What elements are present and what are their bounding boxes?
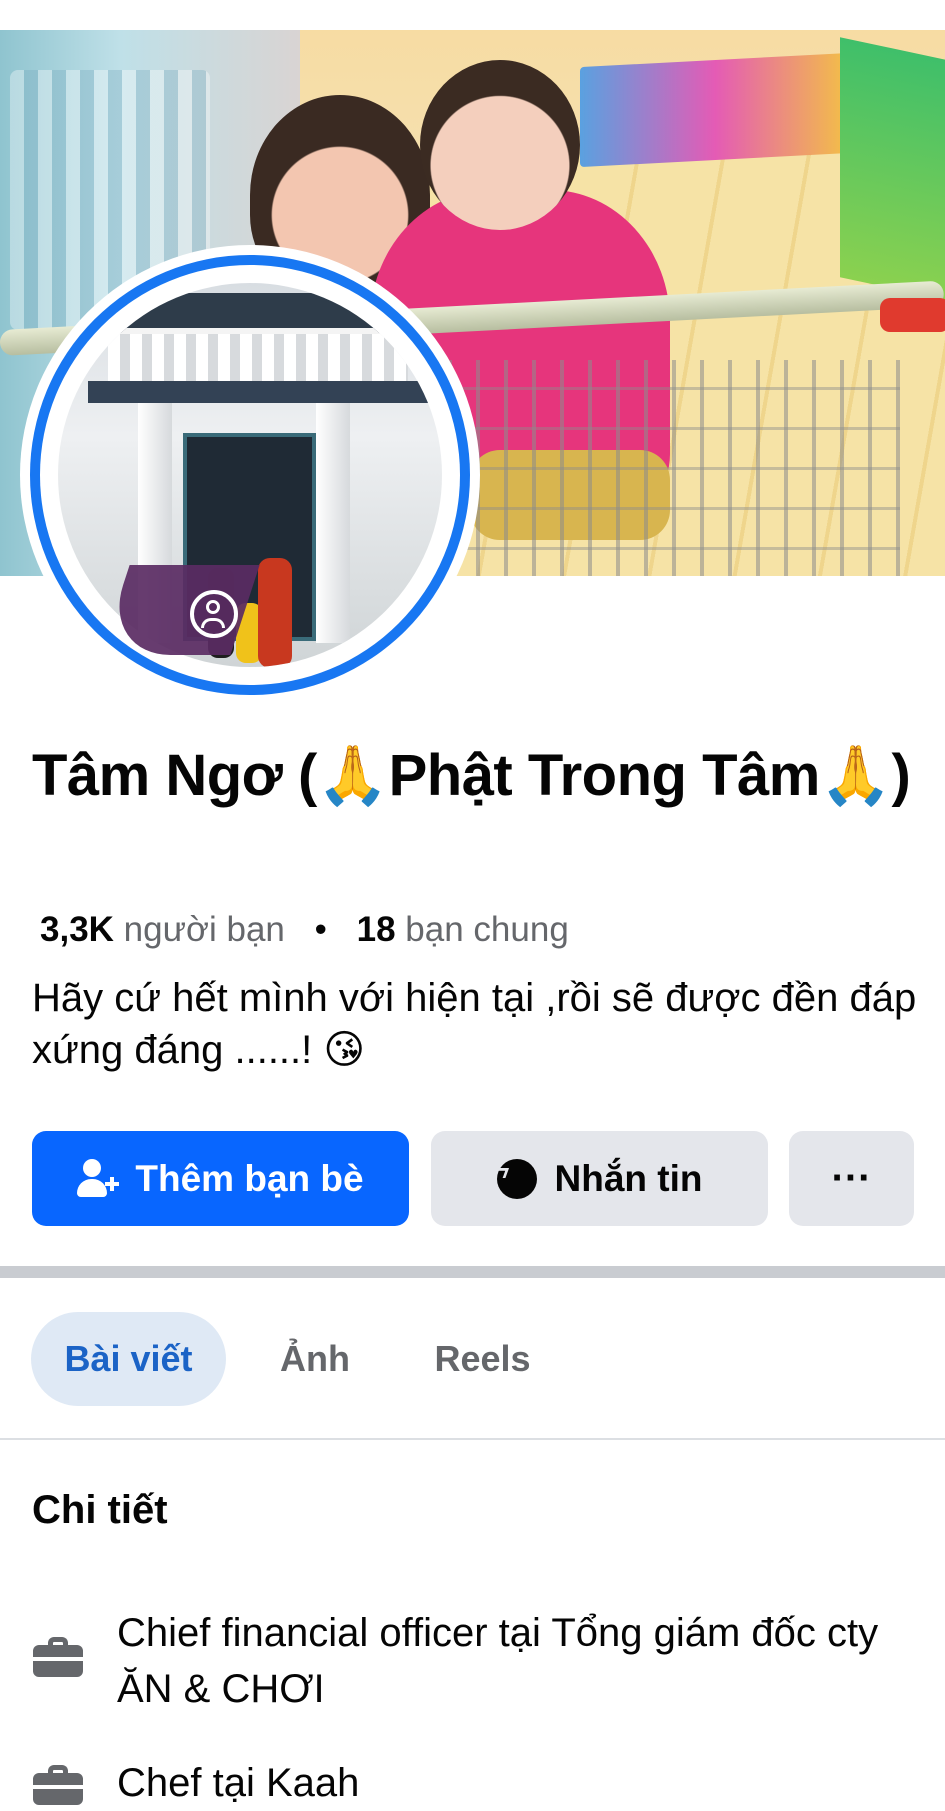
- mutual-friends-label: bạn chung: [405, 910, 569, 949]
- more-icon: ···: [831, 1156, 872, 1200]
- message-button[interactable]: ϟ Nhắn tin: [431, 1131, 768, 1226]
- section-divider: [0, 1266, 945, 1278]
- cover-child-head: [420, 60, 580, 230]
- tab-photos[interactable]: Ảnh: [260, 1312, 370, 1406]
- profile-picture[interactable]: [58, 283, 442, 667]
- cover-cart-grip: [880, 298, 945, 332]
- profile-name: Tâm Ngơ (🙏Phật Trong Tâm🙏): [32, 743, 911, 808]
- cover-display-box: [840, 37, 945, 303]
- tabs-divider: [0, 1438, 945, 1440]
- friends-label: người bạn: [123, 910, 285, 949]
- add-friend-label: Thêm bạn bè: [135, 1157, 364, 1199]
- message-label: Nhắn tin: [554, 1157, 703, 1199]
- mutual-friends-count: 18: [356, 910, 396, 949]
- profile-guard-icon: [190, 590, 238, 638]
- tab-reels-label: Reels: [434, 1338, 531, 1379]
- tab-reels[interactable]: Reels: [410, 1312, 555, 1406]
- friends-count: 3,3K: [40, 910, 114, 949]
- messenger-icon: ϟ: [496, 1158, 537, 1199]
- tab-posts-label: Bài viết: [64, 1338, 193, 1379]
- tab-posts[interactable]: Bài viết: [31, 1312, 226, 1406]
- add-friend-icon: [77, 1158, 120, 1199]
- cover-cart: [420, 360, 900, 576]
- add-friend-button[interactable]: Thêm bạn bè: [32, 1131, 409, 1226]
- details-heading: Chi tiết: [32, 1488, 168, 1532]
- friend-stats[interactable]: 3,3K người bạn • 18 bạn chung: [40, 905, 569, 955]
- status-bar-area: [0, 0, 945, 31]
- detail-work-1: Chief financial officer tại Tổng giám đố…: [117, 1611, 879, 1711]
- briefcase-icon: [33, 1637, 83, 1677]
- tab-photos-label: Ảnh: [280, 1338, 350, 1379]
- profile-bio: Hãy cứ hết mình với hiện tại ,rồi sẽ đượ…: [32, 976, 917, 1072]
- detail-work-2: Chef tại Kaah: [117, 1761, 360, 1805]
- briefcase-icon: [33, 1765, 83, 1805]
- stats-separator: •: [314, 910, 327, 949]
- cover-banner: [580, 52, 850, 168]
- more-options-button[interactable]: ···: [789, 1131, 914, 1226]
